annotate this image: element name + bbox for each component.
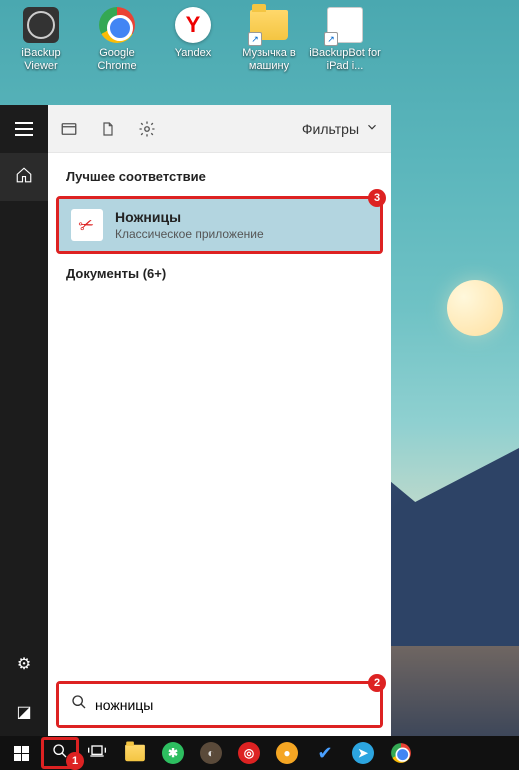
desktop-icon-label: Музычка в машину [233, 47, 305, 73]
evernote-icon: ✱ [162, 742, 184, 764]
settings-button[interactable]: ⚙ [0, 640, 48, 688]
taskbar-app-explorer[interactable] [117, 738, 153, 768]
home-icon [15, 166, 33, 189]
search-main: Фильтры Лучшее соответствие 3 ✂ Ножницы … [48, 105, 391, 736]
wallpaper-moon [447, 280, 503, 336]
filters-dropdown[interactable]: Фильтры [302, 120, 379, 137]
chevron-down-icon [365, 120, 379, 137]
taskview-button[interactable]: ◪ [0, 688, 48, 736]
documents-header: Документы (6+) [48, 266, 391, 291]
hamburger-icon [15, 122, 33, 136]
menu-button[interactable] [0, 105, 48, 153]
annotation-badge-3: 3 [368, 189, 386, 207]
scissors-icon: ✂ [71, 209, 103, 241]
app-icon: ● [276, 742, 298, 764]
search-icon [71, 694, 87, 715]
telegram-icon: ➤ [352, 742, 374, 764]
desktop-icons: iBackup Viewer Google Chrome Y Yandex ↗ … [5, 5, 381, 87]
task-view-icon [87, 743, 107, 764]
desktop-icon-ibackupbot[interactable]: ↗ iBackupBot for iPad i... [309, 5, 381, 87]
annotation-box-2: 2 [56, 681, 383, 728]
apps-scope-button[interactable] [60, 120, 78, 138]
search-input[interactable] [95, 697, 368, 713]
shortcut-arrow-icon: ↗ [248, 32, 262, 46]
documents-scope-button[interactable] [100, 120, 116, 138]
check-icon: ✔ [317, 743, 332, 764]
taskbar-app-chrome[interactable] [383, 738, 419, 768]
gimp-icon: ◐ [200, 742, 222, 764]
taskbar-app-red[interactable]: ◎ [231, 738, 267, 768]
result-title: Ножницы [115, 209, 264, 225]
taskbar-app-todo[interactable]: ✔ [307, 738, 343, 768]
search-box[interactable] [59, 684, 380, 725]
task-view-button[interactable] [79, 738, 115, 768]
chrome-icon [391, 743, 411, 763]
start-button[interactable] [3, 738, 39, 768]
result-subtitle: Классическое приложение [115, 227, 264, 241]
desktop-icon-label: Google Chrome [81, 47, 153, 73]
taskbar-app-orange[interactable]: ● [269, 738, 305, 768]
gear-icon: ⚙ [17, 654, 31, 674]
shortcut-arrow-icon: ↗ [324, 32, 338, 46]
taskbar-search-button[interactable]: 1 [41, 737, 79, 769]
taskbar-app-telegram[interactable]: ➤ [345, 738, 381, 768]
folder-icon [125, 745, 145, 762]
desktop-icon-chrome[interactable]: Google Chrome [81, 5, 153, 87]
taskbar-app-gimp[interactable]: ◐ [193, 738, 229, 768]
app-icon: ◎ [238, 742, 260, 764]
annotation-badge-2: 2 [368, 674, 386, 692]
search-toolbar: Фильтры [48, 105, 391, 153]
taskview-icon: ◪ [16, 702, 31, 722]
desktop-icon-label: Yandex [175, 47, 212, 60]
search-results: Лучшее соответствие 3 ✂ Ножницы Классиче… [48, 153, 391, 681]
search-result-snipping-tool[interactable]: ✂ Ножницы Классическое приложение [59, 199, 380, 251]
best-match-header: Лучшее соответствие [48, 169, 391, 194]
chrome-icon [99, 7, 135, 43]
taskbar: 1 ✱ ◐ ◎ ● ✔ ➤ [0, 736, 519, 770]
desktop-icon-label: iBackupBot for iPad i... [309, 47, 381, 73]
desktop-icon-ibackup-viewer[interactable]: iBackup Viewer [5, 5, 77, 87]
search-sidebar: ⚙ ◪ [0, 105, 48, 736]
desktop-icon-music-folder[interactable]: ↗ Музычка в машину [233, 5, 305, 87]
start-search-panel: ⚙ ◪ Фильтры Лучшее соответствие 3 ✂ Ножн… [0, 105, 391, 736]
clock-icon [23, 7, 59, 43]
yandex-icon: Y [175, 7, 211, 43]
home-button[interactable] [0, 153, 48, 201]
windows-icon [14, 746, 29, 761]
desktop-icon-yandex[interactable]: Y Yandex [157, 5, 229, 87]
settings-scope-button[interactable] [138, 120, 156, 138]
taskbar-app-evernote[interactable]: ✱ [155, 738, 191, 768]
annotation-box-3: 3 ✂ Ножницы Классическое приложение [56, 196, 383, 254]
desktop-icon-label: iBackup Viewer [5, 47, 77, 73]
filters-label: Фильтры [302, 121, 359, 137]
